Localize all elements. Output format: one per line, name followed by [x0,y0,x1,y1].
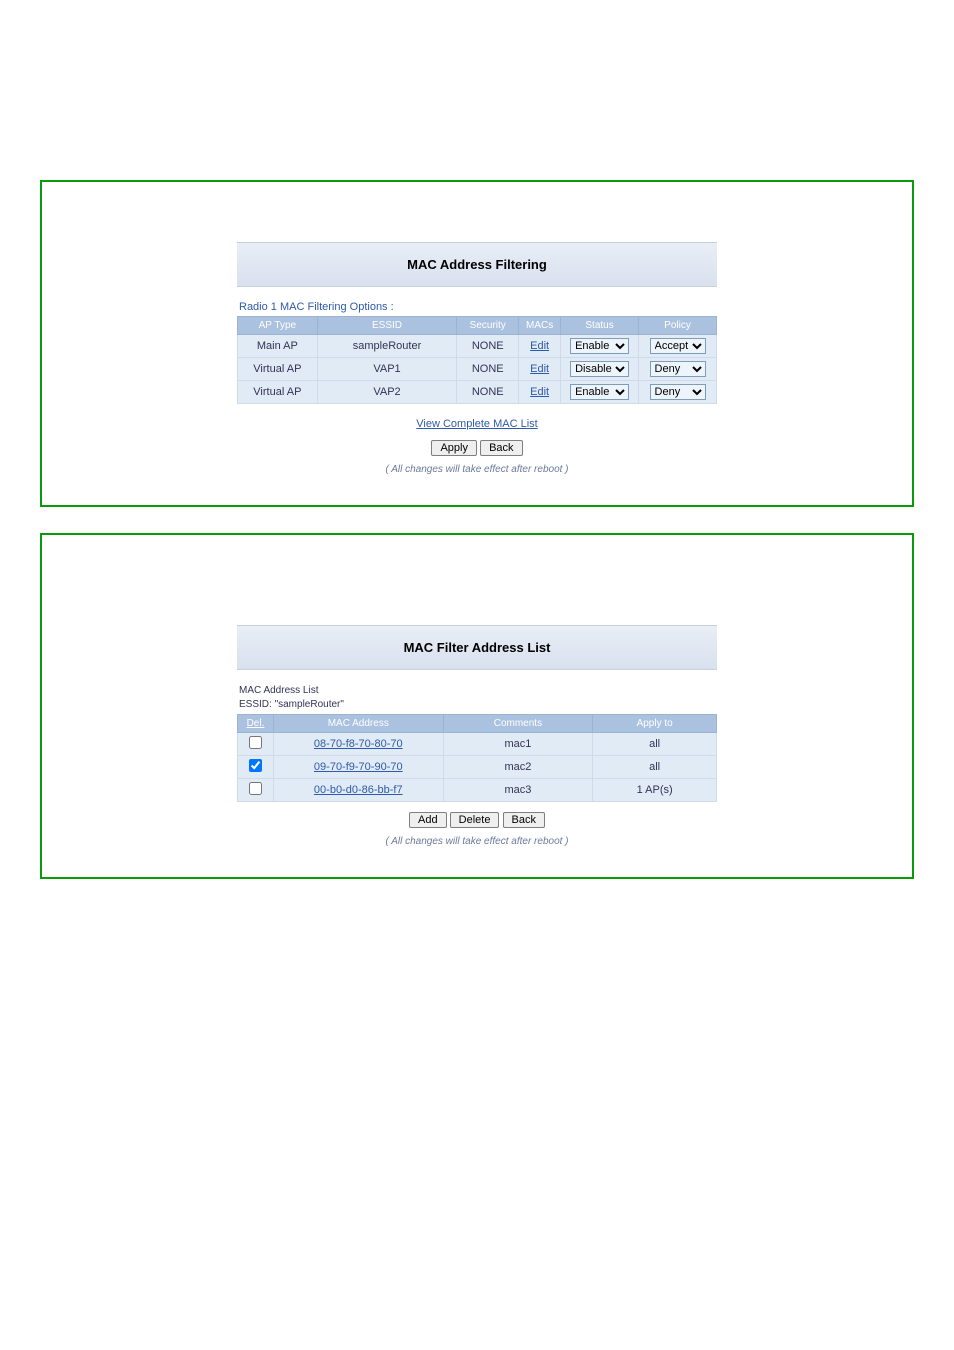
cell-essid: VAP2 [317,381,457,404]
cell-del [238,756,274,779]
page-title: MAC Filter Address List [237,625,717,670]
col-essid: ESSID [317,317,457,335]
col-mac: MAC Address [273,715,443,733]
apply-button[interactable]: Apply [431,440,477,456]
options-caption: Radio 1 MAC Filtering Options : [239,301,717,313]
status-select[interactable]: EnableDisable [570,384,629,400]
back-button[interactable]: Back [480,440,522,456]
delete-checkbox[interactable] [249,782,262,795]
table-row: 00-b0-d0-86-bb-f7 mac31 AP(s) [238,779,717,802]
cell-ap-type: Virtual AP [238,381,318,404]
cell-essid: VAP1 [317,358,457,381]
edit-macs-link[interactable]: Edit [530,386,549,398]
cell-policy: AcceptDeny [639,381,717,404]
status-select[interactable]: EnableDisable [570,361,629,377]
table-row: Virtual APVAP1NONE Edit EnableDisable Accep… [238,358,717,381]
cell-del [238,779,274,802]
cell-apply-to: all [593,733,717,756]
policy-select[interactable]: AcceptDeny [650,384,706,400]
cell-status: EnableDisable [561,358,639,381]
cell-essid: sampleRouter [317,335,457,358]
policy-select[interactable]: AcceptDeny [650,338,706,354]
status-select[interactable]: EnableDisable [570,338,629,354]
cell-macs: Edit [519,358,561,381]
col-macs: MACs [519,317,561,335]
col-comments: Comments [443,715,593,733]
table-row: 09-70-f9-70-90-70 mac2all [238,756,717,779]
reboot-note: ( All changes will take effect after reb… [237,836,717,847]
cell-status: EnableDisable [561,335,639,358]
col-ap-type: AP Type [238,317,318,335]
add-button[interactable]: Add [409,812,447,828]
table-row: 08-70-f8-70-80-70 mac1all [238,733,717,756]
cell-comments: mac2 [443,756,593,779]
back-button[interactable]: Back [503,812,545,828]
cell-policy: AcceptDeny [639,358,717,381]
policy-select[interactable]: AcceptDeny [650,361,706,377]
delete-checkbox[interactable] [249,759,262,772]
edit-macs-link[interactable]: Edit [530,363,549,375]
list-caption-line2: ESSID: "sampleRouter" [239,699,344,710]
cell-macs: Edit [519,335,561,358]
table-row: Virtual APVAP2NONE Edit EnableDisable Accep… [238,381,717,404]
delete-button[interactable]: Delete [450,812,500,828]
filtering-table: AP Type ESSID Security MACs Status Polic… [237,316,717,404]
delete-checkbox[interactable] [249,736,262,749]
page-title: MAC Address Filtering [237,242,717,287]
cell-security: NONE [457,381,519,404]
view-complete-mac-list-link[interactable]: View Complete MAC List [416,418,537,430]
cell-ap-type: Main AP [238,335,318,358]
cell-macs: Edit [519,381,561,404]
table-row: Main APsampleRouterNONE Edit EnableDisable… [238,335,717,358]
mac-address-link[interactable]: 09-70-f9-70-90-70 [314,761,403,773]
edit-macs-link[interactable]: Edit [530,340,549,352]
list-caption-line1: MAC Address List [239,685,318,696]
col-policy: Policy [639,317,717,335]
cell-comments: mac1 [443,733,593,756]
panel-mac-filter-list: MAC Filter Address List MAC Address List… [40,533,914,879]
cell-mac: 00-b0-d0-86-bb-f7 [273,779,443,802]
col-apply-to: Apply to [593,715,717,733]
mac-address-link[interactable]: 08-70-f8-70-80-70 [314,738,403,750]
cell-status: EnableDisable [561,381,639,404]
cell-policy: AcceptDeny [639,335,717,358]
cell-apply-to: all [593,756,717,779]
mac-list-table: Del. MAC Address Comments Apply to 08-70… [237,714,717,802]
col-status: Status [561,317,639,335]
panel-mac-filtering: MAC Address Filtering Radio 1 MAC Filter… [40,180,914,507]
cell-apply-to: 1 AP(s) [593,779,717,802]
col-del[interactable]: Del. [238,715,274,733]
cell-mac: 09-70-f9-70-90-70 [273,756,443,779]
cell-ap-type: Virtual AP [238,358,318,381]
cell-mac: 08-70-f8-70-80-70 [273,733,443,756]
cell-security: NONE [457,335,519,358]
reboot-note: ( All changes will take effect after reb… [237,464,717,475]
cell-security: NONE [457,358,519,381]
col-security: Security [457,317,519,335]
cell-del [238,733,274,756]
mac-address-link[interactable]: 00-b0-d0-86-bb-f7 [314,784,403,796]
cell-comments: mac3 [443,779,593,802]
